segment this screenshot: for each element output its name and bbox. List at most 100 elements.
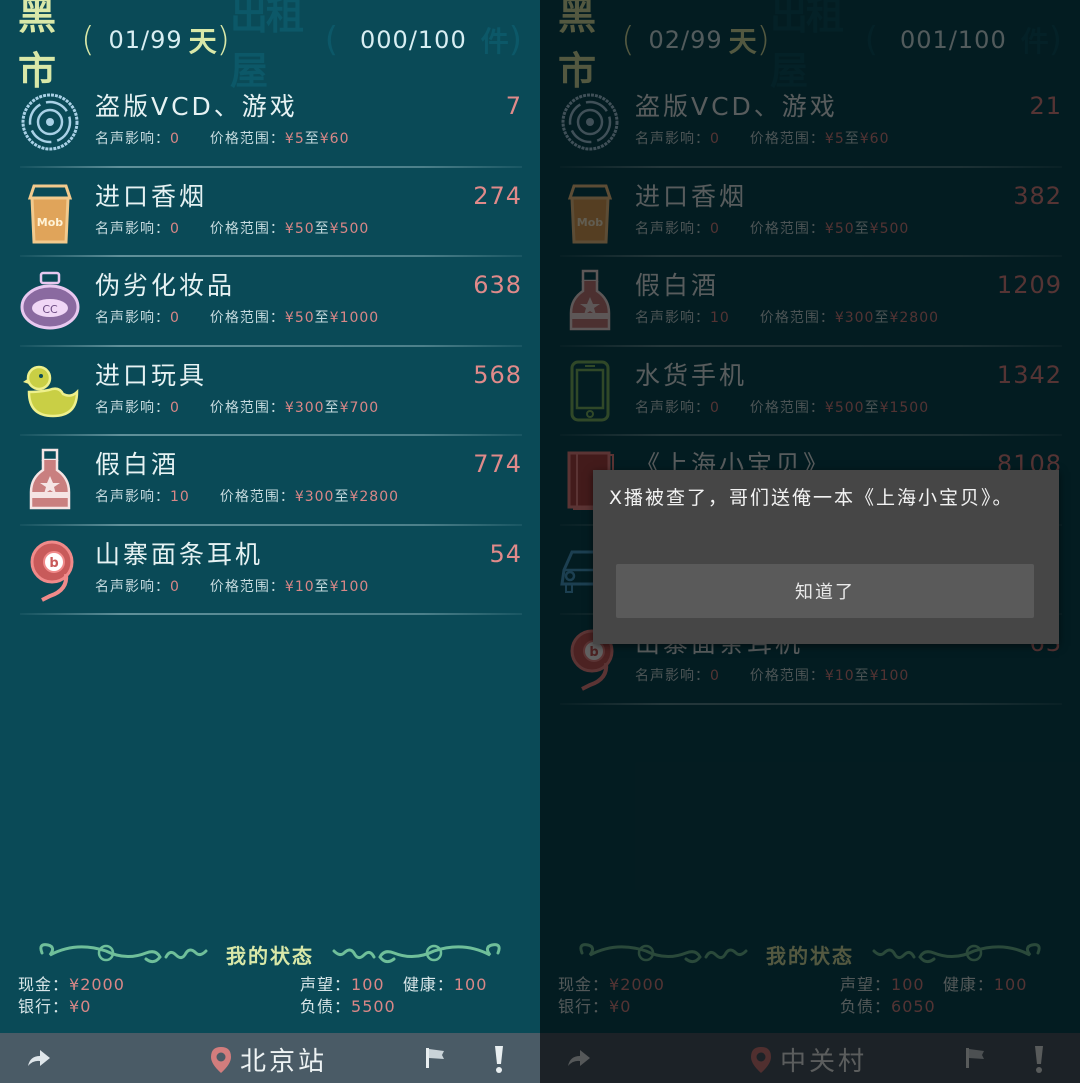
goods-price: 774 bbox=[473, 450, 522, 478]
goods-item[interactable]: Mob 进口香烟名声影响：0 价格范围：¥50至¥500 274 bbox=[18, 168, 522, 258]
debt-value: 5500 bbox=[351, 997, 396, 1016]
goods-item[interactable]: b 山寨面条耳机名声影响：0 价格范围：¥10至¥100 54 bbox=[18, 526, 522, 616]
goods-item[interactable]: 进口玩具名声影响：0 价格范围：¥300至¥700 568 bbox=[18, 347, 522, 437]
price-range-label: 价格范围： bbox=[209, 220, 285, 237]
cigarette-pack-icon: Mob bbox=[18, 180, 82, 244]
price-range-to: 至 bbox=[304, 131, 320, 147]
event-dialog: X播被查了，哥们送俺一本《上海小宝贝》。 知道了 bbox=[593, 470, 1059, 644]
goods-price: 54 bbox=[489, 539, 522, 568]
price-max: ¥100 bbox=[329, 578, 370, 595]
goods-name: 进口玩具 bbox=[95, 360, 208, 390]
fame-impact: 0 bbox=[170, 131, 180, 147]
perfume-bottle-icon: CC bbox=[18, 269, 82, 333]
status-title: 我的状态 bbox=[226, 943, 314, 968]
decorative-swirl-right bbox=[332, 943, 501, 964]
health-stat: 健康：100 bbox=[402, 975, 488, 994]
price-max: ¥60 bbox=[319, 131, 350, 147]
price-range-label: 价格范围： bbox=[209, 131, 285, 147]
fame-label: 名声影响： bbox=[95, 489, 170, 505]
goods-name: 山寨面条耳机 bbox=[95, 539, 264, 569]
header: 黑市 ( 01/99 天 ) 出租屋 ( 000/100 件 ) bbox=[18, 0, 522, 93]
goods-meta: 名声影响：0 价格范围：¥10至¥100 bbox=[95, 576, 522, 596]
price-min: ¥50 bbox=[284, 310, 315, 326]
price-range-label: 价格范围： bbox=[209, 399, 285, 416]
svg-text:b: b bbox=[49, 556, 58, 571]
fame-impact: 0 bbox=[170, 578, 180, 595]
cash-stat: 现金：¥2000 bbox=[18, 975, 125, 994]
price-range-to: 至 bbox=[324, 399, 340, 416]
goods-item[interactable]: CC 伪劣化妆品名声影响：0 价格范围：¥50至¥1000 638 bbox=[18, 257, 522, 347]
goods-price: 568 bbox=[473, 360, 522, 389]
fame-label: 名声影响： bbox=[95, 578, 170, 595]
price-range-label: 价格范围： bbox=[219, 489, 295, 505]
goods-price: 7 bbox=[505, 92, 522, 120]
status-panel: 我的状态现金：¥2000 银行：¥0 声望：100 健康：100 负债：5500 bbox=[18, 936, 522, 1026]
svg-text:CC: CC bbox=[42, 303, 58, 316]
price-range-to: 至 bbox=[314, 220, 330, 237]
fame-impact: 10 bbox=[170, 489, 190, 505]
bottom-bar: 北京站 bbox=[0, 1033, 540, 1083]
goods-item[interactable]: 假白酒名声影响：10 价格范围：¥300至¥2800 774 bbox=[18, 436, 522, 526]
decorative-swirl-left bbox=[39, 943, 208, 964]
day-counter: 01/99 bbox=[108, 26, 183, 54]
goods-meta: 名声影响：0 价格范围：¥50至¥500 bbox=[95, 218, 522, 238]
health-value: 100 bbox=[453, 975, 488, 994]
location-pin-icon bbox=[211, 1046, 231, 1073]
price-range-to: 至 bbox=[334, 489, 350, 505]
fame-label: 名声影响： bbox=[95, 310, 170, 326]
price-min: ¥300 bbox=[284, 399, 325, 416]
location-button[interactable]: 北京站 bbox=[210, 1041, 327, 1078]
fame-label: 名声影响： bbox=[95, 131, 170, 147]
price-min: ¥300 bbox=[294, 489, 335, 505]
price-range-label: 价格范围： bbox=[209, 578, 285, 595]
goods-meta: 名声影响：0 价格范围：¥5至¥60 bbox=[95, 128, 522, 148]
earphone-icon: b bbox=[18, 538, 82, 602]
day-unit: 天 bbox=[188, 25, 217, 58]
dialog-message: X播被查了，哥们送俺一本《上海小宝贝》。 bbox=[609, 487, 1014, 509]
goods-list: 盗版VCD、游戏 名声影响：0 价格范围：¥5至¥60 7 Mob 进口香烟 名声影响：0 价… bbox=[18, 78, 522, 615]
rubber-duck-icon bbox=[18, 359, 82, 423]
current-location: 北京站 bbox=[240, 1047, 328, 1077]
price-min: ¥5 bbox=[284, 131, 305, 147]
cash-value: ¥2000 bbox=[69, 975, 125, 994]
goods-name: 进口香烟 bbox=[95, 181, 208, 211]
fame-label: 名声影响： bbox=[95, 220, 170, 237]
liquor-bottle-icon bbox=[18, 448, 82, 512]
goods-meta: 名声影响：0 价格范围：¥300至¥700 bbox=[95, 397, 522, 417]
fame-impact: 0 bbox=[170, 220, 180, 237]
fame-stat: 声望：100 bbox=[300, 975, 385, 994]
share-icon[interactable] bbox=[26, 1046, 52, 1070]
fame-impact: 0 bbox=[170, 310, 180, 326]
price-max: ¥2800 bbox=[349, 489, 400, 505]
goods-item[interactable]: 盗版VCD、游戏 名声影响：0 价格范围：¥5至¥60 7 bbox=[18, 78, 522, 168]
price-range-to: 至 bbox=[314, 578, 330, 595]
acknowledge-button[interactable]: 知道了 bbox=[616, 564, 1034, 618]
goods-price: 274 bbox=[473, 181, 522, 210]
price-max: ¥500 bbox=[329, 220, 370, 237]
bank-stat: 银行：¥0 bbox=[18, 997, 92, 1016]
svg-text:Mob: Mob bbox=[37, 216, 64, 229]
goods-meta: 名声影响：10 价格范围：¥300至¥2800 bbox=[95, 486, 522, 506]
goods-price: 638 bbox=[473, 271, 522, 299]
debt-stat: 负债：5500 bbox=[300, 997, 396, 1016]
goods-meta: 名声影响：0 价格范围：¥50至¥1000 bbox=[95, 307, 522, 327]
fame-impact: 0 bbox=[170, 399, 180, 416]
fame-value: 100 bbox=[351, 975, 385, 994]
goods-name: 假白酒 bbox=[95, 450, 180, 479]
exclamation-icon[interactable] bbox=[492, 1044, 506, 1074]
bank-value: ¥0 bbox=[69, 997, 92, 1016]
price-range-to: 至 bbox=[314, 310, 330, 326]
fame-label: 名声影响： bbox=[95, 399, 170, 416]
flag-icon[interactable] bbox=[424, 1046, 446, 1070]
price-min: ¥10 bbox=[284, 578, 315, 595]
price-range-label: 价格范围： bbox=[209, 310, 285, 326]
market-screen-day1: 黑市 ( 01/99 天 ) 出租屋 ( 000/100 件 ) 盗版VCD、游… bbox=[0, 0, 540, 1083]
market-screen-day2: 黑市 ( 02/99 天 ) 出租屋 ( 001/100 件 ) 盗版VCD、游… bbox=[540, 0, 1080, 1083]
price-max: ¥700 bbox=[339, 399, 380, 416]
storage-counter: 000/100 bbox=[360, 26, 467, 54]
price-max: ¥1000 bbox=[329, 310, 380, 326]
price-min: ¥50 bbox=[284, 220, 315, 237]
vcd-disc-icon bbox=[18, 90, 82, 154]
storage-unit: 件 bbox=[480, 25, 509, 58]
goods-name: 伪劣化妆品 bbox=[95, 271, 236, 300]
